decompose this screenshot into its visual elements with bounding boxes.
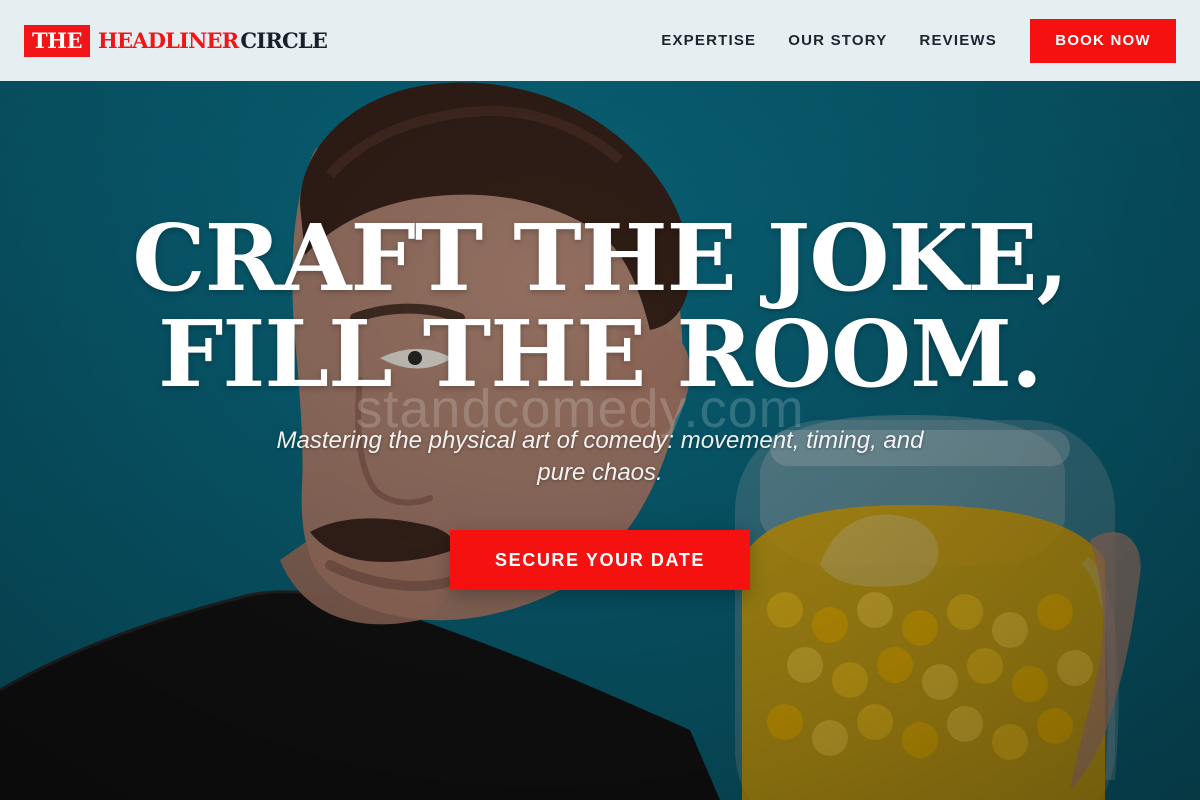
nav-link-reviews[interactable]: REVIEWS bbox=[919, 32, 997, 49]
main-nav: EXPERTISE OUR STORY REVIEWS BOOK NOW bbox=[661, 18, 1176, 63]
book-now-button[interactable]: BOOK NOW bbox=[1030, 18, 1176, 63]
site-header: THE HEADLINER CIRCLE EXPERTISE OUR STORY… bbox=[0, 0, 1200, 81]
hero-subtitle: Mastering the physical art of comedy: mo… bbox=[276, 427, 924, 486]
nav-link-our-story[interactable]: OUR STORY bbox=[788, 32, 887, 49]
hero-section: THE HEADLINER CIRCLE EXPERTISE OUR STORY… bbox=[0, 0, 1200, 800]
headline-line-1: CRAFT THE JOKE, bbox=[132, 204, 1068, 312]
site-logo[interactable]: THE HEADLINER CIRCLE bbox=[24, 24, 328, 57]
hero-headline: CRAFT THE JOKE, FILL THE ROOM. bbox=[0, 210, 1200, 402]
logo-circle: CIRCLE bbox=[240, 28, 328, 53]
secure-your-date-button[interactable]: SECURE YOUR DATE bbox=[450, 530, 750, 590]
hero-content: CRAFT THE JOKE, FILL THE ROOM. standcome… bbox=[0, 0, 1200, 800]
nav-link-expertise[interactable]: EXPERTISE bbox=[661, 32, 756, 49]
logo-badge: THE bbox=[24, 24, 90, 57]
logo-headliner: HEADLINER bbox=[97, 28, 239, 53]
